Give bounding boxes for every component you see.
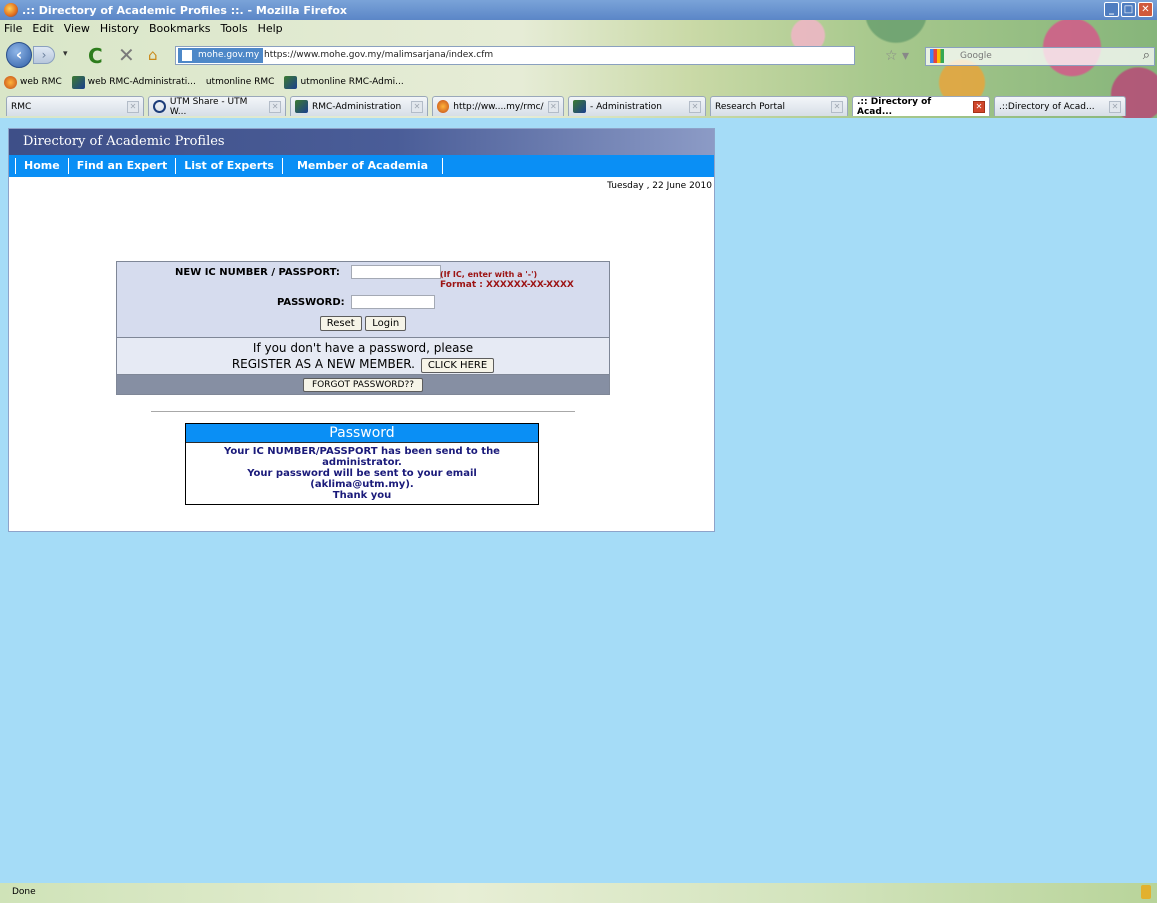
window-title: .:: Directory of Academic Profiles ::. -…	[22, 4, 347, 17]
password-input[interactable]	[351, 295, 435, 309]
home-icon[interactable]: ⌂	[148, 46, 158, 64]
maximize-button[interactable]: □	[1121, 2, 1136, 17]
tab[interactable]: UTM Share - UTM W... ✕	[148, 96, 286, 117]
admin-icon	[71, 75, 85, 89]
bookmark-item[interactable]: utmonline RMC	[206, 77, 275, 87]
register-text-line2: REGISTER AS A NEW MEMBER.	[231, 357, 415, 371]
page-container: Directory of Academic Profiles Home Find…	[8, 128, 715, 532]
nav-member-academia-link[interactable]: Member of Academia	[281, 158, 444, 174]
tab[interactable]: .::Directory of Acad... ✕	[994, 96, 1126, 116]
url-bar[interactable]: mohe.gov.my https://www.mohe.gov.my/mali…	[175, 46, 855, 65]
tab-bar: RMC ✕ UTM Share - UTM W... ✕ RMC-Administr…	[0, 94, 1157, 117]
google-icon[interactable]	[930, 49, 944, 63]
history-dropdown-icon[interactable]: ▾	[63, 49, 68, 59]
ic-format-line: Format : XXXXXX-XX-XXXX	[440, 280, 574, 290]
tab-close-icon[interactable]: ✕	[411, 100, 423, 113]
firefox-icon	[4, 3, 18, 17]
ic-number-input[interactable]	[351, 265, 441, 279]
notice-message: Your IC NUMBER/PASSPORT has been send to…	[224, 446, 500, 501]
menu-history[interactable]: History	[100, 20, 139, 38]
menu-edit[interactable]: Edit	[32, 20, 53, 38]
tab-close-icon[interactable]: ✕	[1109, 100, 1121, 113]
notice-title: Password	[186, 424, 538, 443]
url-text[interactable]: https://www.mohe.gov.my/malimsarjana/ind…	[264, 50, 493, 60]
tab[interactable]: http://ww....my/rmc/✕	[432, 96, 564, 116]
stop-icon[interactable]: ✕	[118, 43, 135, 67]
forgot-password-button[interactable]: FORGOT PASSWORD??	[302, 378, 424, 392]
menu-bar: File Edit View History Bookmarks Tools H…	[0, 20, 283, 38]
current-date: Tuesday , 22 June 2010	[607, 181, 712, 191]
window-titlebar: .:: Directory of Academic Profiles ::. -…	[0, 0, 1157, 20]
site-nav: Home Find an Expert List of Experts Memb…	[9, 155, 714, 177]
status-bar: Done	[0, 883, 1157, 903]
close-window-button[interactable]: ✕	[1138, 2, 1153, 17]
menu-bookmarks[interactable]: Bookmarks	[149, 20, 210, 38]
forward-icon[interactable]: ›	[33, 46, 55, 64]
minimize-button[interactable]: _	[1104, 2, 1119, 17]
nav-home-link[interactable]: Home	[15, 158, 68, 174]
tab[interactable]: Research Portal ✕	[710, 96, 848, 116]
menu-tools[interactable]: Tools	[220, 20, 247, 38]
click-here-button[interactable]: CLICK HERE	[420, 358, 495, 373]
menu-file[interactable]: File	[4, 20, 22, 38]
tab[interactable]: - Administration ✕	[568, 96, 706, 116]
tab-close-icon[interactable]: ✕	[269, 100, 281, 113]
menu-view[interactable]: View	[64, 20, 90, 38]
register-section: If you don't have a password, please REG…	[117, 337, 609, 374]
login-button[interactable]: Login	[365, 316, 407, 331]
browser-chrome: .:: Directory of Academic Profiles ::. -…	[0, 0, 1157, 118]
menu-help[interactable]: Help	[258, 20, 283, 38]
rmc-icon	[4, 75, 17, 89]
utm-share-icon	[153, 100, 166, 113]
tab-close-icon[interactable]: ✕	[973, 100, 985, 113]
divider	[151, 411, 575, 412]
bookmark-star-icon[interactable]: ☆ ▾	[885, 48, 909, 64]
status-text: Done	[12, 887, 36, 897]
bookmark-item[interactable]: web RMC-Administrati...	[71, 75, 196, 89]
admin-icon	[284, 75, 298, 89]
tab-close-icon[interactable]: ✕	[547, 100, 559, 113]
ic-hint-line: (If IC, enter with a '-')	[440, 270, 538, 279]
back-icon[interactable]: ‹	[6, 42, 32, 68]
site-header: Directory of Academic Profiles	[9, 129, 714, 155]
tab[interactable]: RMC-Administration ✕	[290, 96, 428, 116]
password-notice-box: Password Your IC NUMBER/PASSPORT has bee…	[185, 423, 539, 505]
ic-format-hint: (If IC, enter with a '-') Format : XXXXX…	[440, 269, 574, 291]
search-placeholder: Google	[960, 51, 992, 61]
site-title: Directory of Academic Profiles	[23, 134, 225, 149]
tab[interactable]: RMC ✕	[6, 96, 144, 116]
login-form: NEW IC NUMBER / PASSPORT: (If IC, enter …	[116, 261, 610, 395]
site-identity-button[interactable]: mohe.gov.my	[178, 48, 264, 63]
register-text-line1: If you don't have a password, please	[252, 341, 474, 355]
reload-icon[interactable]: C	[88, 44, 103, 68]
lock-icon[interactable]	[1141, 885, 1151, 899]
tab-close-icon[interactable]: ✕	[689, 100, 701, 113]
nav-list-experts-link[interactable]: List of Experts	[175, 158, 282, 174]
search-icon[interactable]: ⌕	[1143, 48, 1150, 63]
bookmark-item[interactable]: web RMC	[4, 75, 62, 89]
admin-icon	[573, 100, 586, 113]
tab-close-icon[interactable]: ✕	[831, 100, 843, 113]
tab-close-icon[interactable]: ✕	[127, 100, 139, 113]
admin-icon	[295, 100, 308, 113]
reset-button[interactable]: Reset	[319, 316, 362, 331]
bookmark-item[interactable]: utmonline RMC-Admi...	[284, 75, 404, 89]
nav-find-expert-link[interactable]: Find an Expert	[67, 158, 176, 174]
ic-number-label: NEW IC NUMBER / PASSPORT:	[175, 267, 340, 278]
password-label: PASSWORD:	[277, 297, 345, 308]
bookmarks-toolbar: web RMC web RMC-Administrati... utmonlin…	[0, 72, 404, 92]
forgot-password-section: FORGOT PASSWORD??	[117, 374, 609, 394]
rmc-icon	[437, 100, 450, 113]
search-input[interactable]: Google ⌕	[925, 47, 1155, 66]
navigation-toolbar: ‹ › ▾ C ✕ ⌂ mohe.gov.my https://www.mohe…	[0, 40, 1157, 70]
tab-active[interactable]: .:: Directory of Acad... ✕	[852, 96, 990, 117]
